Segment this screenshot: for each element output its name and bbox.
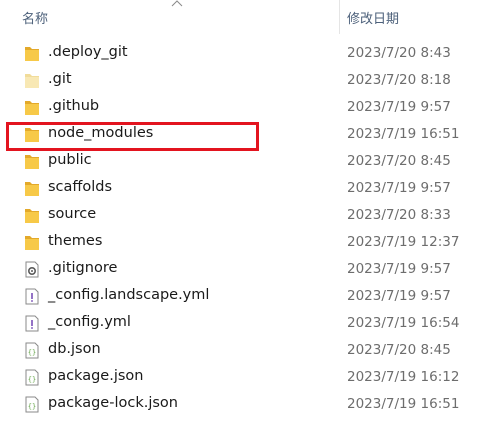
modified-date: 2023/7/20 8:43 [347, 45, 451, 61]
folder-icon [24, 153, 40, 170]
file-row[interactable]: themes 2023/7/19 12:37 [0, 229, 492, 256]
file-name: .git [48, 71, 72, 87]
file-name: package-lock.json [48, 395, 178, 411]
date-modified-column-header[interactable]: 修改日期 [340, 0, 492, 34]
name-column-label: 名称 [22, 12, 49, 27]
settings-file-icon [24, 261, 40, 278]
file-list: .deploy_git 2023/7/20 8:43 .git 2023/7/20 … [0, 40, 492, 418]
folder-icon [24, 180, 40, 197]
modified-date: 2023/7/19 16:12 [347, 369, 460, 385]
file-row[interactable]: {} package-lock.json 2023/7/19 16:51 [0, 391, 492, 418]
modified-date: 2023/7/19 16:51 [347, 126, 460, 142]
date-column-label: 修改日期 [347, 12, 400, 27]
file-row[interactable]: public 2023/7/20 8:45 [0, 148, 492, 175]
highlight-box [6, 122, 259, 151]
file-name: .gitignore [48, 260, 118, 276]
folder-icon [24, 72, 40, 89]
file-name: themes [48, 233, 103, 249]
file-name: public [48, 152, 92, 168]
modified-date: 2023/7/20 8:18 [347, 72, 451, 88]
json-file-icon: {} [24, 396, 40, 413]
modified-date: 2023/7/20 8:45 [347, 153, 451, 169]
file-row[interactable]: source 2023/7/20 8:33 [0, 202, 492, 229]
file-row[interactable]: scaffolds 2023/7/19 9:57 [0, 175, 492, 202]
modified-date: 2023/7/20 8:45 [347, 342, 451, 358]
modified-date: 2023/7/19 9:57 [347, 180, 451, 196]
file-name: _config.yml [48, 314, 131, 330]
folder-icon [24, 207, 40, 224]
file-name: source [48, 206, 97, 222]
file-row[interactable]: {} package.json 2023/7/19 16:12 [0, 364, 492, 391]
file-row[interactable]: .git 2023/7/20 8:18 [0, 67, 492, 94]
file-row[interactable]: .gitignore 2023/7/19 9:57 [0, 256, 492, 283]
folder-icon [24, 99, 40, 116]
folder-icon [24, 234, 40, 251]
json-file-icon: {} [24, 342, 40, 359]
json-file-icon: {} [24, 369, 40, 386]
file-name: db.json [48, 341, 101, 357]
svg-text:{}: {} [28, 376, 36, 384]
modified-date: 2023/7/19 9:57 [347, 288, 451, 304]
file-row[interactable]: {} db.json 2023/7/20 8:45 [0, 337, 492, 364]
yml-file-icon [24, 288, 40, 305]
folder-icon [24, 45, 40, 62]
file-name: .deploy_git [48, 44, 128, 60]
modified-date: 2023/7/19 12:37 [347, 234, 460, 250]
chevron-up-icon [171, 0, 183, 7]
modified-date: 2023/7/19 9:57 [347, 261, 451, 277]
modified-date: 2023/7/20 8:33 [347, 207, 451, 223]
file-row[interactable]: .deploy_git 2023/7/20 8:43 [0, 40, 492, 67]
yml-file-icon [24, 315, 40, 332]
modified-date: 2023/7/19 9:57 [347, 99, 451, 115]
file-name: _config.landscape.yml [48, 287, 210, 303]
file-row[interactable]: _config.landscape.yml 2023/7/19 9:57 [0, 283, 492, 310]
file-name: package.json [48, 368, 144, 384]
file-row[interactable]: .github 2023/7/19 9:57 [0, 94, 492, 121]
file-row[interactable]: _config.yml 2023/7/19 16:54 [0, 310, 492, 337]
file-name: .github [48, 98, 100, 114]
modified-date: 2023/7/19 16:54 [347, 315, 460, 331]
svg-text:{}: {} [28, 403, 36, 411]
modified-date: 2023/7/19 16:51 [347, 396, 460, 412]
name-column-header[interactable]: 名称 [0, 0, 339, 34]
svg-text:{}: {} [28, 349, 36, 357]
column-header-bar: 名称 修改日期 [0, 0, 492, 34]
file-name: scaffolds [48, 179, 113, 195]
